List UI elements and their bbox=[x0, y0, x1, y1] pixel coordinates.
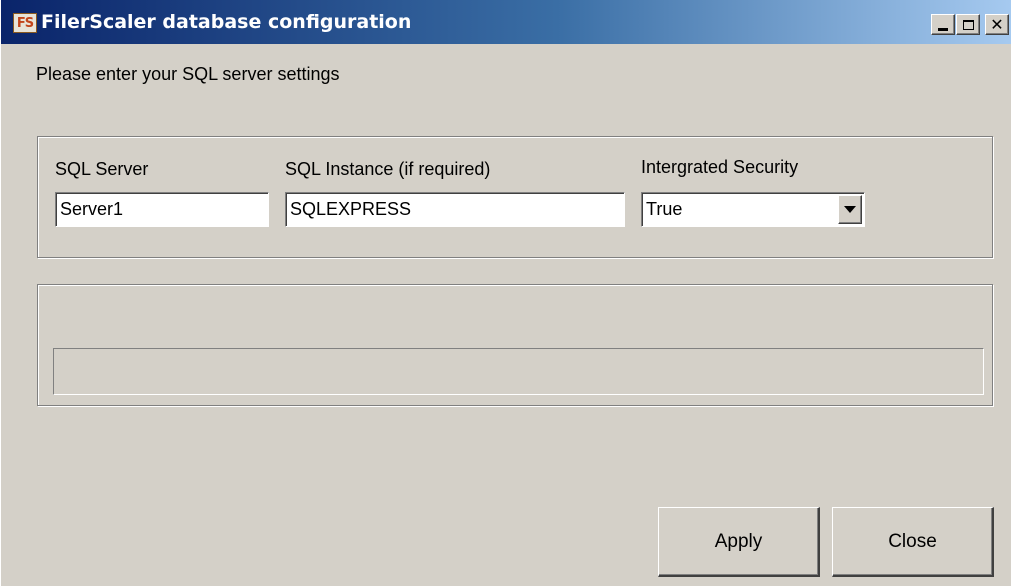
sql-instance-input[interactable]: SQLEXPRESS bbox=[285, 192, 625, 227]
chevron-down-icon bbox=[844, 206, 856, 213]
instructions-text: Please enter your SQL server settings bbox=[36, 64, 340, 84]
app-icon: FS bbox=[13, 13, 37, 33]
sql-server-input[interactable]: Server1 bbox=[55, 192, 269, 227]
progress-bar bbox=[53, 348, 984, 395]
close-icon: ✕ bbox=[990, 14, 1004, 34]
close-button[interactable]: Close bbox=[832, 507, 994, 577]
sql-server-label: SQL Server bbox=[55, 159, 149, 179]
close-window-button[interactable]: ✕ bbox=[985, 14, 1009, 35]
config-window: FS FilerScaler database configuration ✕ … bbox=[0, 0, 1011, 586]
minimize-icon bbox=[938, 27, 948, 31]
sql-instance-label: SQL Instance (if required) bbox=[285, 159, 491, 179]
minimize-button[interactable] bbox=[931, 14, 955, 35]
maximize-button[interactable] bbox=[956, 14, 980, 35]
app-icon-text: FS bbox=[16, 15, 34, 31]
dropdown-button[interactable] bbox=[838, 195, 862, 224]
maximize-icon bbox=[962, 19, 974, 30]
title-bar[interactable]: FS FilerScaler database configuration ✕ bbox=[1, 0, 1011, 44]
window-title: FilerScaler database configuration bbox=[41, 11, 412, 33]
apply-button[interactable]: Apply bbox=[658, 507, 820, 577]
integrated-security-label: Intergrated Security bbox=[641, 157, 799, 177]
integrated-security-select[interactable]: True bbox=[641, 192, 865, 227]
integrated-security-value: True bbox=[646, 199, 683, 219]
